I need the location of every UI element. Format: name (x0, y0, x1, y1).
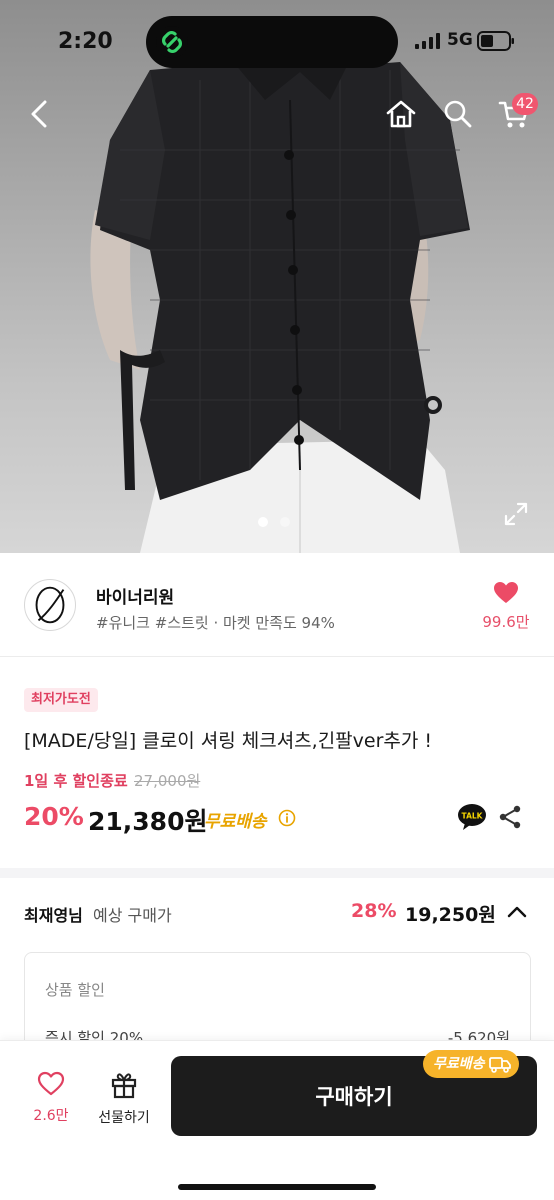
store-logo (24, 579, 76, 631)
store-like-count: 99.6만 (482, 613, 530, 631)
gallery-pagination (258, 517, 290, 527)
search-button[interactable] (436, 92, 480, 136)
breakdown-title: 상품 할인 (45, 981, 105, 999)
gift-button[interactable]: 선물하기 (90, 1071, 158, 1131)
free-shipping-label: 무료배송 (204, 812, 267, 832)
gift-label: 선물하기 (98, 1110, 150, 1126)
dynamic-island (146, 16, 398, 68)
truck-icon (488, 1057, 511, 1073)
link-icon (156, 26, 188, 58)
store-tags: #유니크 #스트릿 · 마켓 만족도 94% (96, 614, 335, 632)
store-info-row[interactable]: 바이너리원 #유니크 #스트릿 · 마켓 만족도 94% 99.6만 (0, 553, 554, 657)
free-shipping-pill: 무료배송 (423, 1050, 519, 1078)
section-divider (0, 868, 554, 878)
pagination-dot (280, 517, 290, 527)
back-button[interactable] (17, 92, 61, 136)
estimate-label: 예상 구매가 (93, 906, 172, 925)
signal-icon (415, 33, 440, 49)
estimate-user-name: 최재영님 (24, 906, 83, 925)
chevron-up-icon[interactable] (505, 901, 529, 923)
search-icon (444, 100, 472, 128)
product-image-gallery[interactable]: 2:20 5G 42 (0, 0, 554, 553)
home-indicator (178, 1184, 376, 1190)
status-bar: 2:20 5G (0, 0, 554, 84)
bottom-action-bar: 2.6만 선물하기 구매하기 무료배송 (0, 1040, 554, 1200)
sale-price: 21,380원 (88, 807, 208, 836)
share-icon[interactable] (498, 804, 522, 830)
gift-icon (111, 1073, 137, 1099)
estimate-price: 19,250원 (405, 904, 496, 926)
svg-text:TALK: TALK (462, 812, 484, 821)
store-name[interactable]: 바이너리원 (96, 583, 174, 608)
info-icon[interactable] (278, 809, 296, 827)
cart-count-badge: 42 (512, 93, 538, 115)
battery-icon (477, 31, 514, 51)
kakaotalk-share-icon[interactable]: TALK (457, 803, 487, 831)
home-icon (386, 100, 416, 128)
discount-rate: 20% (24, 802, 84, 831)
product-title: [MADE/당일] 클로이 셔링 체크셔츠,긴팔ver추가 ! (24, 730, 433, 752)
buy-button-label: 구매하기 (315, 1085, 393, 1109)
chevron-left-icon (31, 100, 47, 128)
wishlist-count: 2.6만 (33, 1108, 69, 1124)
wishlist-button[interactable]: 2.6만 (24, 1071, 78, 1131)
network-label: 5G (447, 30, 473, 50)
original-price: 27,000원 (134, 772, 201, 790)
fullscreen-button[interactable] (494, 492, 538, 536)
expand-icon (504, 502, 528, 526)
lowest-price-badge: 최저가도전 (24, 688, 98, 712)
heart-outline-icon (37, 1071, 65, 1096)
home-button[interactable] (379, 92, 423, 136)
estimate-discount: 28% (351, 900, 397, 922)
store-like-button[interactable]: 99.6만 (478, 581, 534, 632)
free-shipping-pill-label: 무료배송 (433, 1056, 485, 1072)
sale-end-text: 1일 후 할인종료 (24, 772, 128, 790)
status-time: 2:20 (58, 29, 113, 54)
heart-filled-icon (494, 582, 518, 603)
pagination-dot-active (258, 517, 268, 527)
